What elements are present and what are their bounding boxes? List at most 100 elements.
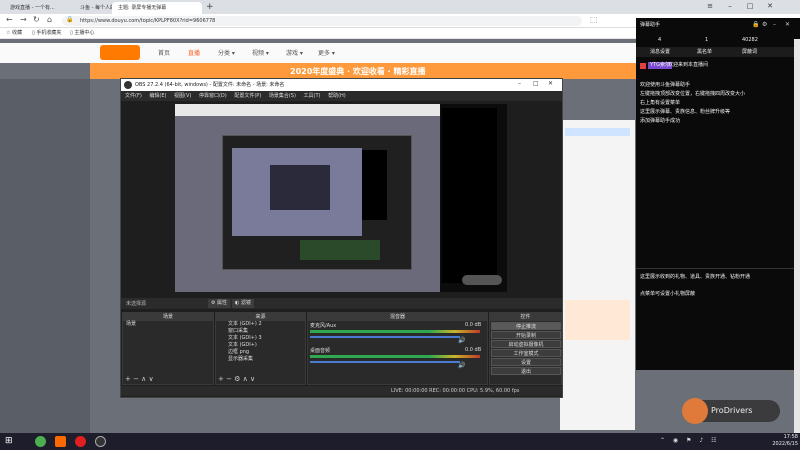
preview-watermark [462,275,502,285]
obs-menu-item[interactable]: 工具(T) [304,93,321,99]
filters-button[interactable]: ◐ 滤镜 [232,299,254,308]
preview-browser-bar [175,104,440,116]
danmaku-tab[interactable]: 消息设置 [650,49,670,56]
obs-title: OBS 27.2.4 (64-bit, windows) - 配置文件: 未命名… [135,82,285,88]
nav-item[interactable]: 视频 ▾ [252,48,269,57]
reload-icon[interactable]: ↻ [33,15,40,24]
app-icon-red[interactable] [75,436,86,447]
scene-item[interactable]: 场景 [123,321,213,328]
obs-taskbar-icon[interactable] [95,436,106,447]
hot-stat: 40282 [742,37,758,43]
close-icon[interactable]: ✕ [760,0,780,12]
speaker-icon[interactable]: 🔊 [458,337,465,344]
bookmark-item[interactable]: ▯ 主播中心 [70,29,94,36]
volume-slider[interactable] [310,336,460,338]
obs-menu-item[interactable]: 配置文件(P) [234,93,261,99]
volume-slider[interactable] [310,361,460,363]
source-item[interactable]: 文本 (GDI+) [216,342,305,349]
nav-item[interactable]: 首页 [158,48,170,57]
maximize-icon[interactable]: □ [740,0,760,12]
windows-start-icon[interactable]: ⊞ [5,436,13,446]
obs-source-toolbar [121,298,562,309]
new-tab-button[interactable]: + [206,2,214,13]
tray-icons[interactable]: ⌃ ◉ ⚑ ♪ ☷ [660,437,719,444]
bookmark-label: 手机收藏夹 [36,30,62,36]
home-icon[interactable]: ⌂ [47,15,52,24]
minimize-icon[interactable]: – [720,0,740,12]
add-source-icon[interactable]: + − ⚙ ∧ ∨ [218,375,255,383]
app-icon-green[interactable] [35,436,46,447]
mixer-channel-name: 桌面音频 [310,348,331,354]
no-source-label: 未选择源 [126,301,147,307]
obs-menu-item[interactable]: 编辑(E) [149,93,166,99]
stop-stream-button[interactable]: 停止推流 [491,322,561,330]
obs-maximize-icon[interactable]: □ [533,80,539,87]
browser-tab-1[interactable]: 游戏直播 - 一个有... [4,2,74,14]
bookmark-item[interactable]: ▯ 手机收藏夹 [32,29,61,36]
add-scene-icon[interactable]: + − ∧ ∨ [125,375,154,383]
source-item[interactable]: 边框 png [216,349,305,356]
extension-icon[interactable]: ⬚ [590,15,598,24]
mixer-channel-level: 0.0 dB [465,322,482,328]
url-input[interactable]: https://www.douyu.com/topic/KPLPF80X?rid… [62,16,582,26]
viewer-stat: 4 [658,37,662,43]
scenes-header: 场景 [123,313,213,321]
studio-mode-button[interactable]: 工作室模式 [491,349,561,357]
mixer-header: 混音器 [308,313,487,321]
lock-icon[interactable]: 🔒 [752,21,759,28]
obs-menu-item[interactable]: 视图(V) [174,93,191,99]
close-icon[interactable]: ✕ [785,21,790,28]
source-item[interactable]: 文本 (GDI+) 3 [216,335,305,342]
exit-button[interactable]: 退出 [491,367,561,375]
danmaku-panel [636,18,800,370]
scrollbar[interactable] [794,39,800,433]
bookmark-item[interactable]: ☆ 收藏 [6,29,22,36]
nav-item[interactable]: 游戏 ▾ [286,48,303,57]
gear-icon[interactable]: ⚙ [762,21,767,28]
taskbar-clock[interactable]: 17:58 2022/6/15 [758,434,798,450]
bookmark-label: 收藏 [12,30,23,36]
controls-header: 控件 [490,313,561,321]
right-column-header [565,128,630,136]
preview-inner-chat [362,150,387,220]
forward-icon[interactable]: → [20,15,27,24]
source-item[interactable]: 显示器采集 [216,356,305,363]
welcome-text: 欢迎来到本直播间 [668,62,709,68]
source-item[interactable]: 文本 (GDI+) 2 [216,321,305,328]
source-item[interactable]: 窗口采集 [216,328,305,335]
minimize-icon[interactable]: – [773,21,776,28]
obs-menu-item[interactable]: 文件(F) [125,93,142,99]
preview-inner-obs [270,165,330,210]
obs-status-text: LIVE: 00:00:00 REC: 00:00:00 CPU: 5.9%, … [391,388,520,394]
obs-menu-item[interactable]: 停靠窗口(D) [199,93,227,99]
site-left-column [0,79,90,433]
app-icon-orange[interactable] [55,436,66,447]
promo-card[interactable] [565,300,630,340]
fan-stat: 1 [705,37,709,43]
nav-item[interactable]: 更多 ▾ [318,48,335,57]
speaker-icon[interactable]: 🔊 [458,362,465,369]
menu-icon[interactable]: ≡ [700,0,720,12]
obs-minimize-icon[interactable]: – [518,80,521,87]
danmaku-tab[interactable]: 屏蔽词 [742,49,757,56]
properties-button[interactable]: ⚙ 属性 [208,299,230,308]
tab-label: 游戏直播 - 一个有... [10,5,55,11]
site-logo [100,45,140,60]
obs-menu-bar: 文件(F) 编辑(E) 视图(V) 停靠窗口(D) 配置文件(P) 场景集合(S… [121,91,562,101]
clock-date: 2022/6/15 [772,441,798,447]
start-recording-button[interactable]: 开始录制 [491,331,561,339]
nav-item[interactable]: 直播 [188,48,200,57]
virtual-camera-button[interactable]: 启动虚拟摄像机 [491,340,561,348]
obs-close-icon[interactable]: ✕ [548,80,553,87]
browser-tab-active[interactable]: 主题: 录屏专播无弹幕 [112,2,202,14]
user-badge-icon [640,63,646,69]
obs-menu-item[interactable]: 场景集合(S) [269,93,296,99]
danmaku-tab[interactable]: 黑名单 [697,49,712,56]
notice-line: 欢迎使用斗鱼弹幕助手 [640,82,691,88]
banner-text: 2020年度盛典 · 欢迎收看 · 精彩直播 [290,67,426,76]
obs-menu-item[interactable]: 帮助(H) [328,93,346,99]
back-icon[interactable]: ← [6,15,13,24]
settings-button[interactable]: 设置 [491,358,561,366]
mixer-channel-level: 0.0 dB [465,347,482,353]
nav-item[interactable]: 分类 ▾ [218,48,235,57]
